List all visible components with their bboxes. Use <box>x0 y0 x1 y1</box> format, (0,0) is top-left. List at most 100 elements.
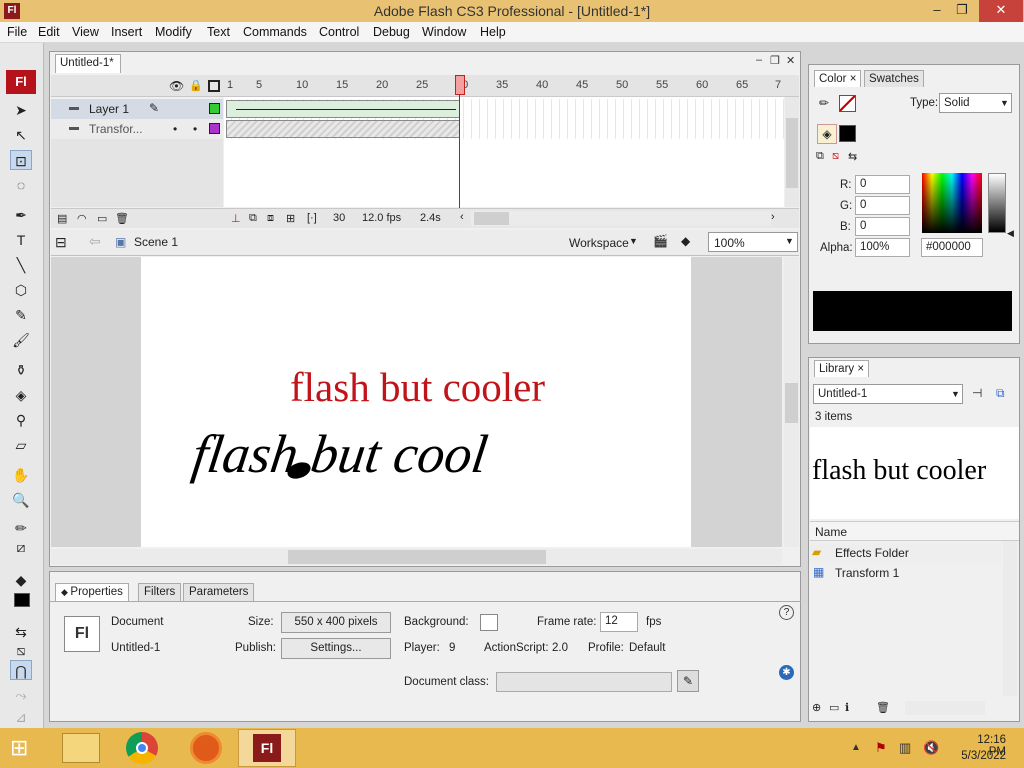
library-item-symbol[interactable]: ▦ Transform 1 <box>810 563 1002 583</box>
library-doc-select[interactable]: Untitled-1 ▼ <box>813 384 963 404</box>
menu-edit[interactable]: Edit <box>38 25 60 39</box>
alpha-input[interactable]: 100% <box>855 238 910 257</box>
document-tab[interactable]: Untitled-1* <box>55 54 121 73</box>
tab-parameters[interactable]: Parameters <box>183 583 255 601</box>
accessibility-icon[interactable]: ✱ <box>779 665 794 680</box>
delete-icon[interactable]: 🗑 <box>876 701 890 714</box>
network-icon[interactable]: ▥ <box>899 740 911 756</box>
onion-skin-icon[interactable]: ⧉ <box>249 212 257 225</box>
stage-vscroll-thumb[interactable] <box>785 383 798 423</box>
library-vscroll[interactable] <box>1003 541 1017 696</box>
visible-dot-icon[interactable]: • <box>173 122 177 136</box>
volume-icon[interactable]: 🔇 <box>923 740 939 756</box>
center-frame-icon[interactable]: ⊥ <box>231 212 241 225</box>
scene-name[interactable]: Scene 1 <box>134 235 178 249</box>
fill-swatch[interactable] <box>14 593 30 607</box>
edit-symbol-icon[interactable]: ◆ <box>681 234 690 248</box>
text-tool-icon[interactable]: T <box>10 230 32 250</box>
tab-filters[interactable]: Filters <box>138 583 182 601</box>
layer-name[interactable]: Layer 1 <box>89 102 129 116</box>
name-column-header[interactable]: Name <box>815 525 847 539</box>
ink-bottle-tool-icon[interactable]: ⚱ <box>10 360 32 380</box>
back-arrow-icon[interactable]: ⇦ <box>89 233 101 250</box>
r-input[interactable]: 0 <box>855 175 910 194</box>
show-hidden-icons[interactable]: ▲ <box>851 742 861 753</box>
menu-text[interactable]: Text <box>207 25 230 39</box>
add-layer-icon[interactable]: ▤ <box>57 212 67 225</box>
menu-insert[interactable]: Insert <box>111 25 142 39</box>
no-color-icon[interactable]: ⧅ <box>10 640 32 660</box>
snap-magnet-icon[interactable]: ⋂ <box>10 660 32 680</box>
menu-modify[interactable]: Modify <box>155 25 192 39</box>
polygon-tool-icon[interactable]: ⬡ <box>10 280 32 300</box>
stage-text-red[interactable]: flash but cooler <box>290 363 545 411</box>
properties-icon[interactable]: ℹ <box>845 701 849 714</box>
stroke-color-icon[interactable]: ✏ <box>819 96 829 110</box>
slider-arrow-icon[interactable]: ◀ <box>1007 228 1014 239</box>
menu-debug[interactable]: Debug <box>373 25 410 39</box>
add-folder-icon[interactable]: ▭ <box>97 212 107 225</box>
stroke-swatch[interactable]: ⧄ <box>10 537 32 557</box>
menu-window[interactable]: Window <box>422 25 466 39</box>
background-color-swatch[interactable] <box>480 614 498 631</box>
file-explorer-icon[interactable] <box>62 733 100 763</box>
line-tool-icon[interactable]: ╲ <box>10 255 32 275</box>
eraser-tool-icon[interactable]: ▱ <box>10 435 32 455</box>
settings-button[interactable]: Settings... <box>281 638 391 659</box>
g-input[interactable]: 0 <box>855 196 910 215</box>
clock-date[interactable]: 5/3/2022 <box>958 750 1006 762</box>
new-library-icon[interactable]: ⧉ <box>996 386 1005 401</box>
new-symbol-icon[interactable]: ⊕ <box>812 701 821 714</box>
edit-class-pencil-icon[interactable]: ✎ <box>677 670 699 692</box>
zoom-select[interactable]: 100% ▼ <box>708 232 798 252</box>
menu-help[interactable]: Help <box>480 25 506 39</box>
help-icon[interactable]: ? <box>779 605 794 620</box>
menu-control[interactable]: Control <box>319 25 359 39</box>
stage[interactable]: flash but cooler flash but cool <box>141 257 691 547</box>
library-item-folder[interactable]: ▰ Effects Folder <box>810 543 1002 563</box>
brightness-slider[interactable] <box>988 173 1006 233</box>
hex-input[interactable]: #000000 <box>921 238 983 257</box>
layer-row-layer1[interactable]: ▬ Layer 1 ✎ <box>51 99 223 119</box>
fill-color-swatch[interactable] <box>839 125 856 142</box>
pin-icon[interactable]: ⊣ <box>972 386 982 400</box>
timeline-toggle-icon[interactable]: ⊟ <box>55 234 67 251</box>
onion-outline-icon[interactable]: ⧈ <box>267 212 274 225</box>
tab-swatches[interactable]: Swatches <box>864 70 924 87</box>
eye-icon[interactable]: 👁 <box>169 79 184 93</box>
stroke-color-swatch[interactable] <box>839 95 856 112</box>
timeline-hscroll[interactable] <box>471 211 771 226</box>
library-hscroll[interactable] <box>905 701 985 715</box>
size-button[interactable]: 550 x 400 pixels <box>281 612 391 633</box>
zoom-tool-icon[interactable]: 🔍 <box>10 490 32 510</box>
fill-color-icon[interactable]: ◆ <box>10 570 32 590</box>
flash-logo-button[interactable]: Fl <box>6 70 36 94</box>
onion-markers-icon[interactable]: [·] <box>307 212 317 224</box>
taskbar-flash-button[interactable]: Fl <box>238 729 296 767</box>
add-guide-icon[interactable]: ◠ <box>77 212 87 225</box>
swap-colors-icon[interactable]: ⇆ <box>10 622 32 642</box>
b-input[interactable]: 0 <box>855 217 910 236</box>
playhead-handle[interactable] <box>455 75 465 95</box>
ubuntu-icon[interactable] <box>190 732 222 764</box>
tab-library[interactable]: Library × <box>814 360 870 377</box>
action-center-icon[interactable]: ⚑ <box>875 740 887 756</box>
selection-tool-icon[interactable]: ➤ <box>10 100 32 120</box>
lock-icon[interactable]: 🔒 <box>189 79 203 92</box>
type-select[interactable]: Solid ▼ <box>939 93 1012 113</box>
lock-dot-icon[interactable]: • <box>193 122 197 136</box>
straighten-icon[interactable]: ⊿ <box>10 707 32 727</box>
eyedropper-tool-icon[interactable]: ⚲ <box>10 410 32 430</box>
no-color-icon[interactable]: ⧅ <box>832 150 839 163</box>
layer-row-transform[interactable]: ▬ Transfor... • • <box>51 119 223 139</box>
workspace-menu[interactable]: Workspace <box>569 236 629 250</box>
layer-name[interactable]: Transfor... <box>89 122 143 136</box>
windows-start-icon[interactable]: ⊞ <box>10 736 36 762</box>
doc-class-input[interactable] <box>496 672 672 692</box>
menu-view[interactable]: View <box>72 25 99 39</box>
paint-bucket-tool-icon[interactable]: ◈ <box>10 385 32 405</box>
layer-color-swatch[interactable] <box>209 103 220 114</box>
fill-bucket-icon[interactable]: ◈ <box>817 124 837 144</box>
scroll-right-icon[interactable]: › <box>771 211 775 223</box>
free-transform-tool-icon[interactable]: ⊡ <box>10 150 32 170</box>
